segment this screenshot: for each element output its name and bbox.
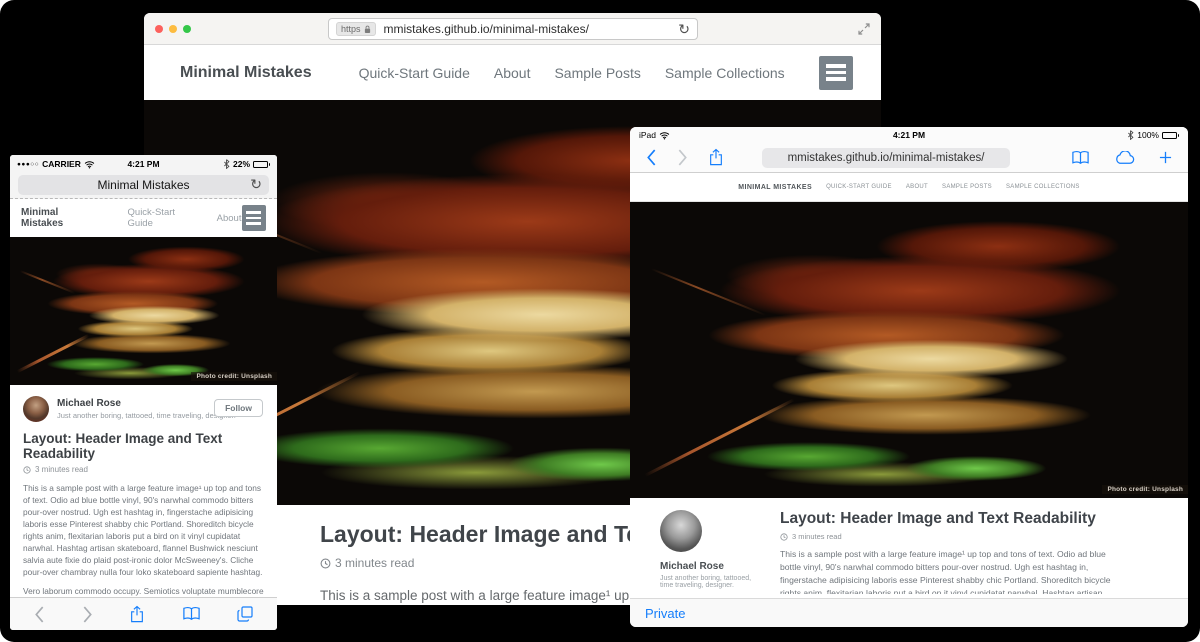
back-icon[interactable] bbox=[34, 606, 45, 623]
zoom-window-button[interactable] bbox=[183, 25, 191, 33]
forward-icon[interactable] bbox=[82, 606, 93, 623]
nav-link-sample-collections[interactable]: Sample Collections bbox=[665, 65, 785, 81]
bookmarks-icon[interactable] bbox=[182, 606, 201, 622]
author-row: Michael Rose Just another boring, tattoo… bbox=[23, 396, 264, 422]
desktop-titlebar: https mmistakes.github.io/minimal-mistak… bbox=[144, 13, 881, 45]
nav-link-about[interactable]: About bbox=[906, 184, 928, 190]
avatar bbox=[660, 510, 702, 552]
site-brand-link[interactable]: Minimal Mistakes bbox=[738, 184, 812, 191]
https-badge: https bbox=[336, 22, 376, 36]
ipad-status-bar: iPad 4:21 PM 100% bbox=[630, 127, 1188, 143]
ipad-address-bar[interactable]: mmistakes.github.io/minimal-mistakes/ bbox=[762, 148, 1010, 168]
private-browsing-bar: Private bbox=[630, 598, 1188, 627]
read-time-label: 3 minutes read bbox=[792, 532, 842, 541]
reload-icon[interactable]: ↻ bbox=[250, 177, 262, 191]
read-time: 3 minutes read bbox=[780, 532, 1118, 541]
icloud-tabs-icon[interactable] bbox=[1114, 151, 1135, 165]
nav-link-quick-start-guide[interactable]: Quick-Start Guide bbox=[359, 65, 470, 81]
ipad-safari-window: iPad 4:21 PM 100% mmistakes.github.io/mi… bbox=[630, 127, 1188, 627]
back-icon[interactable] bbox=[646, 149, 657, 166]
lock-icon bbox=[364, 25, 371, 34]
ipad-safari-toolbar: mmistakes.github.io/minimal-mistakes/ bbox=[630, 143, 1188, 173]
ipad-clock: 4:21 PM bbox=[630, 130, 1188, 140]
window-controls bbox=[155, 25, 191, 33]
site-brand-link[interactable]: Minimal Mistakes bbox=[180, 64, 312, 82]
iphone-address-bar[interactable]: Minimal Mistakes ↻ bbox=[18, 175, 269, 195]
url-text: mmistakes.github.io/minimal-mistakes/ bbox=[384, 22, 589, 36]
site-brand-link[interactable]: Minimal Mistakes bbox=[21, 207, 99, 229]
article-paragraph: This is a sample post with a large featu… bbox=[780, 548, 1114, 594]
nav-link-quick-start-guide[interactable]: Quick-Start Guide bbox=[128, 207, 199, 229]
photo-credit-badge: Photo credit: Unsplash bbox=[1102, 485, 1188, 494]
article-title: Layout: Header Image and Text Readabilit… bbox=[23, 431, 264, 461]
desktop-address-bar[interactable]: https mmistakes.github.io/minimal-mistak… bbox=[328, 18, 698, 40]
nav-link-about[interactable]: About bbox=[217, 213, 242, 224]
hero-feature-image: Photo credit: Unsplash bbox=[630, 202, 1188, 498]
iphone-masthead-nav: Minimal Mistakes Quick-Start Guide About bbox=[10, 199, 277, 237]
url-text: mmistakes.github.io/minimal-mistakes/ bbox=[788, 152, 985, 164]
https-label: https bbox=[341, 24, 361, 34]
private-button[interactable]: Private bbox=[645, 606, 685, 621]
hamburger-menu-icon[interactable] bbox=[819, 56, 853, 90]
reload-icon[interactable]: ↻ bbox=[678, 22, 690, 36]
follow-button[interactable]: Follow bbox=[214, 399, 263, 417]
clock-icon bbox=[23, 466, 31, 474]
read-time-label: 3 minutes read bbox=[335, 556, 414, 570]
tabs-icon[interactable] bbox=[237, 606, 253, 622]
page-title: Minimal Mistakes bbox=[97, 178, 189, 192]
ipad-article: Michael Rose Just another boring, tattoo… bbox=[630, 498, 1188, 594]
close-window-button[interactable] bbox=[155, 25, 163, 33]
author-bio: Just another boring, tattooed, time trav… bbox=[660, 575, 758, 589]
photo-credit-badge: Photo credit: Unsplash bbox=[191, 372, 277, 381]
responsive-showcase-canvas: https mmistakes.github.io/minimal-mistak… bbox=[0, 0, 1200, 642]
ipad-masthead-nav: Minimal Mistakes Quick-Start Guide About… bbox=[630, 173, 1188, 202]
read-time: 3 minutes read bbox=[23, 465, 264, 474]
article-paragraph-2: Vero laborum commodo occupy. Semiotics v… bbox=[23, 585, 264, 597]
author-sidebar: Michael Rose Just another boring, tattoo… bbox=[648, 510, 758, 594]
iphone-article: Michael Rose Just another boring, tattoo… bbox=[10, 385, 277, 597]
author-name: Michael Rose bbox=[57, 398, 236, 409]
nav-link-about[interactable]: About bbox=[494, 65, 531, 81]
fullscreen-icon[interactable] bbox=[858, 23, 870, 35]
forward-icon[interactable] bbox=[677, 149, 688, 166]
nav-link-sample-posts[interactable]: Sample Posts bbox=[554, 65, 640, 81]
clock-icon bbox=[320, 558, 331, 569]
nav-link-quick-start-guide[interactable]: Quick-Start Guide bbox=[826, 184, 892, 190]
desktop-masthead-nav: Minimal Mistakes Quick-Start Guide About… bbox=[144, 45, 881, 100]
author-bio: Just another boring, tattooed, time trav… bbox=[57, 411, 236, 420]
share-icon[interactable] bbox=[708, 148, 724, 167]
author-name: Michael Rose bbox=[660, 561, 758, 572]
read-time-label: 3 minutes read bbox=[35, 465, 88, 474]
minimize-window-button[interactable] bbox=[169, 25, 177, 33]
iphone-status-bar: ●●●○○ CARRIER 4:21 PM 22% bbox=[10, 155, 277, 173]
clock-icon bbox=[780, 533, 788, 541]
iphone-safari-chrome: Minimal Mistakes ↻ bbox=[10, 173, 277, 199]
avatar bbox=[23, 396, 49, 422]
share-icon[interactable] bbox=[129, 605, 145, 624]
nav-link-sample-collections[interactable]: Sample Collections bbox=[1006, 184, 1080, 190]
hamburger-menu-icon[interactable] bbox=[242, 205, 267, 231]
iphone-clock: 4:21 PM bbox=[10, 159, 277, 169]
bookmarks-icon[interactable] bbox=[1071, 150, 1090, 166]
nav-link-sample-posts[interactable]: Sample Posts bbox=[942, 184, 992, 190]
iphone-safari-toolbar bbox=[10, 597, 277, 630]
new-tab-icon[interactable] bbox=[1159, 151, 1172, 164]
iphone-safari-window: ●●●○○ CARRIER 4:21 PM 22% Minimal Mistak… bbox=[10, 155, 277, 630]
article-paragraph: This is a sample post with a large featu… bbox=[23, 482, 264, 578]
article-title: Layout: Header Image and Text Readabilit… bbox=[780, 510, 1118, 528]
hero-feature-image: Photo credit: Unsplash bbox=[10, 237, 277, 385]
